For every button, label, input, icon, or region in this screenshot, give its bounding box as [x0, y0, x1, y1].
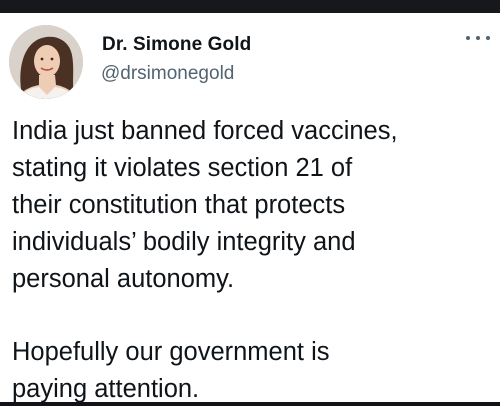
tweet-line: their constitution that protects [12, 191, 346, 219]
more-dot [486, 36, 490, 40]
tweet-paragraph-2: Hopefully our government is paying atten… [12, 334, 496, 408]
profile-photo-icon [9, 25, 83, 99]
avatar[interactable] [9, 25, 83, 99]
display-name[interactable]: Dr. Simone Gold [102, 34, 251, 56]
top-bar [0, 0, 500, 13]
tweet-line: Hopefully our government is [12, 338, 330, 366]
tweet-card: Dr. Simone Gold @drsimonegold India just… [0, 13, 500, 403]
tweet-line: individuals’ bodily integrity and [12, 228, 356, 256]
more-dot [476, 36, 480, 40]
bottom-bar [0, 402, 500, 406]
tweet-line: stating it violates section 21 of [12, 154, 353, 182]
more-dot [466, 36, 470, 40]
tweet-line: personal autonomy. [12, 265, 235, 293]
user-handle[interactable]: @drsimonegold [101, 63, 234, 85]
tweet-line: India just banned forced vaccines, [12, 117, 398, 145]
tweet-paragraph-1: India just banned forced vaccines, stati… [12, 113, 496, 298]
more-options-icon[interactable] [466, 30, 490, 46]
